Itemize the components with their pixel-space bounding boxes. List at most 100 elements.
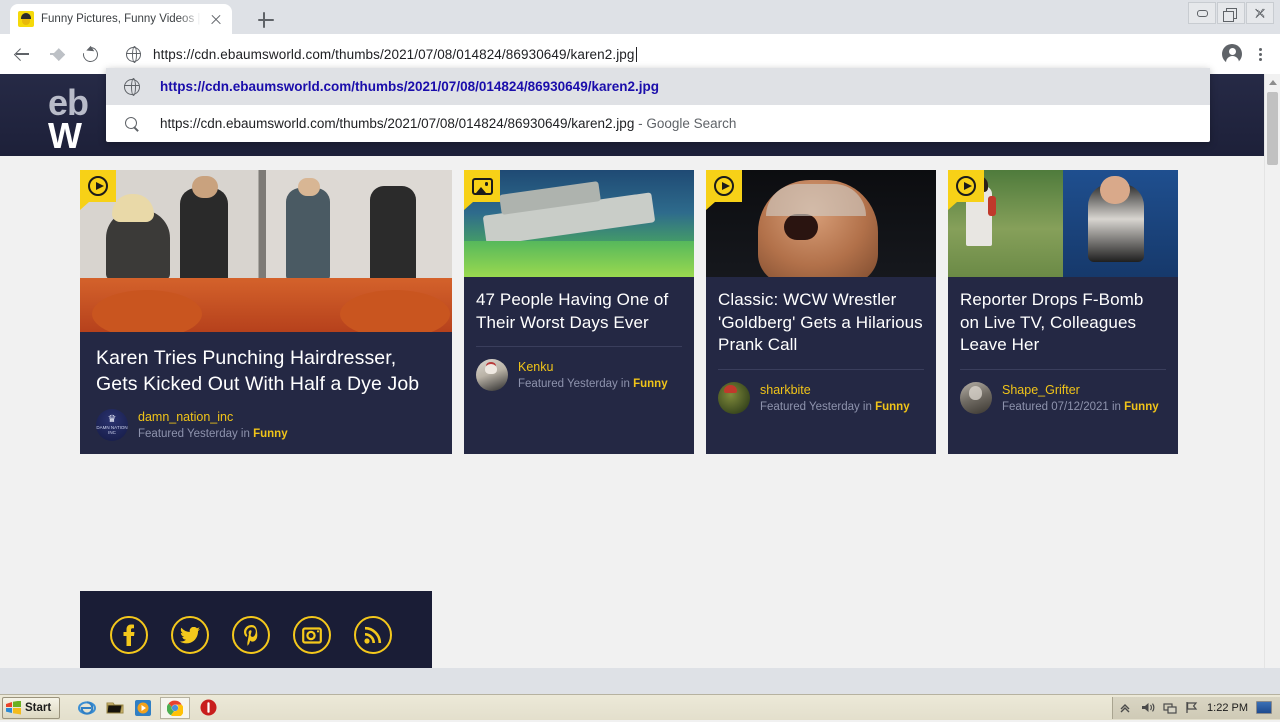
reload-icon	[80, 44, 101, 65]
file-explorer-icon[interactable]	[106, 699, 124, 717]
card-thumbnail[interactable]	[80, 170, 452, 332]
page-scrollbar[interactable]	[1264, 74, 1280, 668]
card-divider	[476, 346, 682, 347]
card-title[interactable]: Classic: WCW Wrestler 'Goldberg' Gets a …	[718, 289, 924, 357]
suggestion-url-text: https://cdn.ebaumsworld.com/thumbs/2021/…	[160, 79, 659, 94]
card-featured: Featured Yesterday in Funny	[760, 399, 910, 415]
address-bar[interactable]: https://cdn.ebaumsworld.com/thumbs/2021/…	[114, 39, 1216, 69]
avatar-label: DAMN NATION INC	[96, 426, 128, 435]
page-viewport: eb W	[0, 74, 1280, 668]
card-featured: Featured Yesterday in Funny	[518, 376, 668, 392]
close-window-icon[interactable]	[1246, 2, 1274, 24]
facebook-icon[interactable]	[110, 616, 148, 654]
play-badge	[706, 170, 742, 202]
card-thumbnail[interactable]	[464, 170, 694, 277]
content-card[interactable]: Karen Tries Punching Hairdresser, Gets K…	[80, 170, 452, 454]
content-card[interactable]: Reporter Drops F-Bomb on Live TV, Collea…	[948, 170, 1178, 454]
card-meta: sharkbite Featured Yesterday in Funny	[718, 382, 924, 415]
rss-icon[interactable]	[354, 616, 392, 654]
kenku-avatar[interactable]	[476, 359, 508, 391]
content-card[interactable]: 47 People Having One of Their Worst Days…	[464, 170, 694, 454]
minimize-icon[interactable]	[1188, 2, 1216, 24]
browser-window: Funny Pictures, Funny Videos | eBa https…	[0, 0, 1280, 694]
clock[interactable]: 1:22 PM	[1207, 702, 1248, 714]
featured-card-grid: Karen Tries Punching Hairdresser, Gets K…	[80, 170, 1178, 454]
monitor-icon[interactable]	[1256, 701, 1272, 714]
card-category[interactable]: Funny	[633, 378, 668, 390]
card-title[interactable]: Reporter Drops F-Bomb on Live TV, Collea…	[960, 289, 1166, 357]
card-thumbnail[interactable]	[948, 170, 1178, 277]
close-icon[interactable]	[208, 11, 224, 27]
three-dot-menu-icon[interactable]	[1252, 44, 1268, 64]
reload-button[interactable]	[74, 38, 106, 70]
quick-launch-bar	[78, 699, 152, 717]
tab-strip: Funny Pictures, Funny Videos | eBa	[0, 0, 1280, 34]
flag-icon[interactable]	[1185, 701, 1199, 715]
system-tray: 1:22 PM	[1112, 697, 1280, 719]
card-body: Reporter Drops F-Bomb on Live TV, Collea…	[948, 277, 1178, 425]
instagram-icon[interactable]	[293, 616, 331, 654]
globe-icon	[126, 47, 141, 62]
play-icon	[956, 176, 976, 196]
site-logo[interactable]: eb W	[48, 86, 88, 152]
card-category[interactable]: Funny	[875, 401, 910, 413]
shape-grifter-avatar[interactable]	[960, 382, 992, 414]
gallery-icon	[472, 178, 493, 195]
twitter-icon[interactable]	[171, 616, 209, 654]
window-controls	[1188, 2, 1274, 24]
back-arrow-icon	[15, 47, 30, 62]
network-icon[interactable]	[1163, 701, 1177, 715]
tab-title: Funny Pictures, Funny Videos | eBa	[41, 13, 201, 25]
internet-explorer-icon[interactable]	[78, 699, 96, 717]
sharkbite-avatar[interactable]	[718, 382, 750, 414]
social-links-bar	[80, 591, 432, 668]
back-button[interactable]	[6, 38, 38, 70]
card-featured: Featured Yesterday in Funny	[138, 426, 288, 442]
start-button[interactable]: Start	[2, 697, 60, 719]
card-title[interactable]: Karen Tries Punching Hairdresser, Gets K…	[96, 346, 436, 397]
card-thumbnail[interactable]	[706, 170, 936, 277]
card-body: Classic: WCW Wrestler 'Goldberg' Gets a …	[706, 277, 936, 425]
card-author[interactable]: sharkbite	[760, 382, 910, 399]
card-author[interactable]: damn_nation_inc	[138, 409, 288, 426]
scrollbar-thumb[interactable]	[1267, 92, 1278, 165]
play-icon	[88, 176, 108, 196]
card-body: 47 People Having One of Their Worst Days…	[464, 277, 694, 402]
pinterest-icon[interactable]	[232, 616, 270, 654]
banana-favicon	[18, 11, 34, 27]
card-author[interactable]: Shape_Grifter	[1002, 382, 1159, 399]
scroll-up-icon[interactable]	[1265, 74, 1280, 91]
forward-button[interactable]	[40, 38, 72, 70]
record-app-icon[interactable]	[200, 699, 218, 717]
profile-avatar-icon[interactable]	[1222, 44, 1242, 64]
play-badge	[948, 170, 984, 202]
suggestion-search[interactable]: https://cdn.ebaumsworld.com/thumbs/2021/…	[106, 105, 1210, 142]
volume-icon[interactable]	[1141, 701, 1155, 715]
suggestion-url[interactable]: https://cdn.ebaumsworld.com/thumbs/2021/…	[106, 68, 1210, 105]
card-body: Karen Tries Punching Hairdresser, Gets K…	[80, 332, 452, 454]
play-badge	[80, 170, 116, 202]
chrome-taskbar-button[interactable]	[160, 697, 190, 719]
logo-line-2: W	[48, 119, 88, 152]
media-player-icon[interactable]	[134, 699, 152, 717]
content-card[interactable]: Classic: WCW Wrestler 'Goldberg' Gets a …	[706, 170, 936, 454]
card-category[interactable]: Funny	[253, 428, 288, 440]
new-tab-button[interactable]	[256, 10, 276, 30]
card-title[interactable]: 47 People Having One of Their Worst Days…	[476, 289, 682, 334]
browser-tab[interactable]: Funny Pictures, Funny Videos | eBa	[10, 4, 232, 34]
maximize-icon[interactable]	[1217, 2, 1245, 24]
card-featured: Featured 07/12/2021 in Funny	[1002, 399, 1159, 415]
card-category[interactable]: Funny	[1124, 401, 1159, 413]
card-author[interactable]: Kenku	[518, 359, 668, 376]
search-icon	[124, 116, 140, 132]
address-bar-value: https://cdn.ebaumsworld.com/thumbs/2021/…	[153, 47, 637, 62]
forward-arrow-icon	[49, 47, 64, 62]
damn-nation-inc-avatar[interactable]: ♛ DAMN NATION INC	[96, 409, 128, 441]
card-meta: Kenku Featured Yesterday in Funny	[476, 359, 682, 392]
card-divider	[960, 369, 1166, 370]
gallery-badge	[464, 170, 500, 202]
omnibox-suggestions: https://cdn.ebaumsworld.com/thumbs/2021/…	[106, 68, 1210, 142]
show-hidden-icons-icon[interactable]	[1119, 701, 1133, 715]
card-meta: Shape_Grifter Featured 07/12/2021 in Fun…	[960, 382, 1166, 415]
suggestion-search-text: https://cdn.ebaumsworld.com/thumbs/2021/…	[160, 116, 736, 131]
